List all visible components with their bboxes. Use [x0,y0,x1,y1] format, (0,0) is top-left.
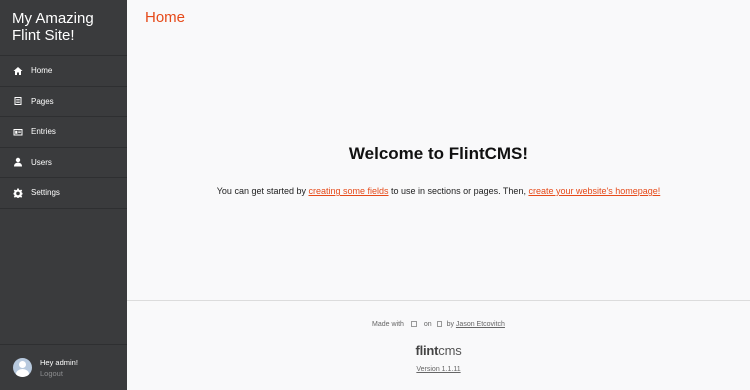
logo-bold-text: flint [415,343,439,358]
sidebar-item-label: Users [31,157,52,167]
on-text: on [423,321,432,328]
avatar[interactable] [13,358,32,377]
user-greeting: Hey admin! [40,357,78,367]
by-text: by [446,321,454,328]
site-title[interactable]: My Amazing Flint Site! [0,0,127,56]
version-link[interactable]: Version 1.1.11 [416,366,460,373]
gear-icon [13,188,23,198]
footer: Made with on by Jason Etcovitch flintcms… [127,300,750,390]
sidebar-item-label: Entries [31,127,56,137]
page-title: Home [145,9,186,26]
sidebar-nav: Home Pages Entries Users Settings [0,56,127,209]
welcome-title: Welcome to FlintCMS! [348,144,529,163]
sidebar: My Amazing Flint Site! Home Pages Entrie… [0,0,127,390]
flintcms-logo: flintcms [127,343,750,358]
author-link[interactable]: Jason Etcovitch [456,321,505,328]
sidebar-item-settings[interactable]: Settings [0,178,127,209]
version-line: Version 1.1.11 [127,366,750,373]
home-icon [13,66,23,76]
user-icon [13,157,23,167]
made-with-line: Made with on by Jason Etcovitch [127,321,750,328]
sidebar-item-label: Pages [31,96,54,106]
made-with-text: Made with [372,321,404,328]
logout-link[interactable]: Logout [40,368,78,379]
sidebar-item-home[interactable]: Home [0,56,127,87]
user-panel: Hey admin! Logout [0,344,127,390]
heart-icon [410,321,417,328]
entries-icon [13,127,23,137]
welcome-text: You can get started by creating some fie… [127,186,750,196]
create-fields-link[interactable]: creating some fields [308,186,388,196]
sidebar-item-label: Home [31,66,53,76]
coffee-icon [436,321,442,328]
create-homepage-link[interactable]: create your website's homepage! [528,186,660,196]
page-icon [13,96,23,106]
intro-text-middle: to use in sections or pages. Then, [388,186,529,196]
sidebar-item-entries[interactable]: Entries [0,117,127,148]
main-content: Home Welcome to FlintCMS! You can get st… [127,0,750,390]
sidebar-item-label: Settings [31,188,60,198]
logo-light-text: cms [438,343,462,358]
sidebar-item-pages[interactable]: Pages [0,87,127,117]
sidebar-item-users[interactable]: Users [0,148,127,178]
intro-text-start: You can get started by [216,186,309,196]
